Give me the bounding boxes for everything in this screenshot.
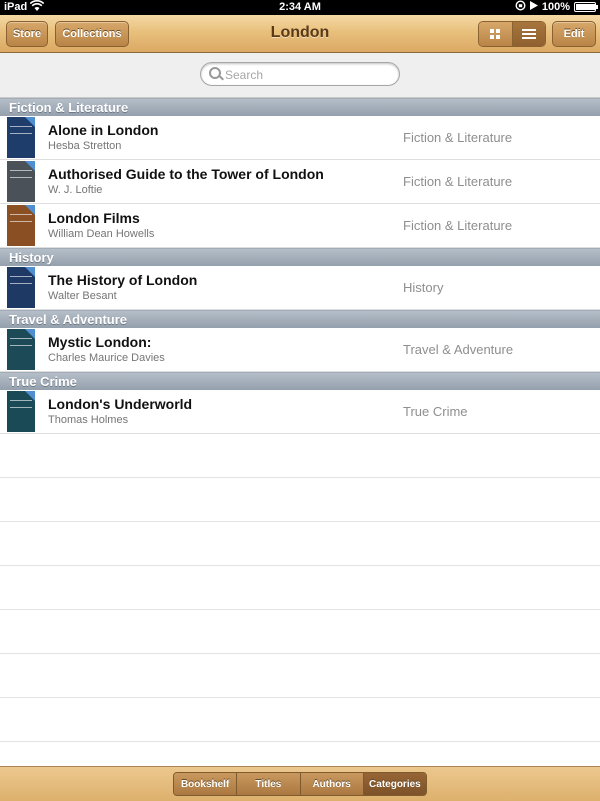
book-row[interactable]: London Films William Dean Howells Fiction … — [0, 204, 600, 248]
empty-row — [0, 610, 600, 654]
search-input[interactable] — [223, 65, 397, 84]
new-corner-ribbon — [25, 267, 35, 277]
book-cover — [7, 267, 35, 308]
cover-title-band — [10, 276, 32, 284]
status-bar: iPad 2:34 AM 100% — [0, 0, 600, 15]
new-corner-ribbon — [25, 329, 35, 339]
book-title: The History of London — [48, 272, 198, 288]
book-author: Thomas Holmes — [48, 414, 129, 426]
status-time: 2:34 AM — [279, 1, 321, 13]
section-header: Travel & Adventure — [0, 310, 600, 328]
new-corner-ribbon — [25, 205, 35, 215]
book-cover — [7, 117, 35, 158]
book-category: Travel & Adventure — [403, 342, 514, 357]
view-mode-segmented-control — [478, 21, 546, 47]
search-field[interactable] — [200, 62, 400, 86]
book-category: History — [403, 280, 444, 295]
book-author: William Dean Howells — [48, 228, 155, 240]
book-author: Hesba Stretton — [48, 140, 122, 152]
section-header: True Crime — [0, 372, 600, 390]
play-icon — [529, 1, 538, 13]
cover-title-band — [10, 170, 32, 178]
sort-segmented-control: Bookshelf Titles Authors Categories — [173, 772, 427, 796]
search-bar — [0, 53, 600, 98]
book-cover — [7, 205, 35, 246]
cover-title-band — [10, 214, 32, 222]
list-view-button[interactable] — [511, 22, 545, 46]
tab-categories[interactable]: Categories — [362, 773, 426, 795]
section-header: Fiction & Literature — [0, 98, 600, 116]
book-author: W. J. Loftie — [48, 184, 103, 196]
new-corner-ribbon — [25, 117, 35, 127]
book-row[interactable]: Alone in London Hesba Stretton Fiction & L… — [0, 116, 600, 160]
new-corner-ribbon — [25, 161, 35, 171]
section-header: History — [0, 248, 600, 266]
empty-row — [0, 566, 600, 610]
book-cover — [7, 161, 35, 202]
new-corner-ribbon — [25, 391, 35, 401]
rotation-lock-icon — [515, 0, 526, 14]
search-icon — [209, 67, 221, 79]
empty-row — [0, 434, 600, 478]
grid-icon — [490, 29, 501, 39]
status-right: 100% — [515, 0, 598, 14]
cover-title-band — [10, 338, 32, 346]
book-row[interactable]: London's Underworld Thomas Holmes True Cri… — [0, 390, 600, 434]
empty-row — [0, 698, 600, 742]
book-author: Charles Maurice Davies — [48, 352, 165, 364]
cover-title-band — [10, 126, 32, 134]
book-row[interactable]: Authorised Guide to the Tower of London W… — [0, 160, 600, 204]
list-icon — [521, 29, 536, 39]
book-title: Mystic London: — [48, 334, 152, 350]
book-cover — [7, 329, 35, 370]
tab-titles[interactable]: Titles — [236, 773, 300, 795]
cover-title-band — [10, 400, 32, 408]
empty-row — [0, 654, 600, 698]
book-cover — [7, 391, 35, 432]
book-title: Authorised Guide to the Tower of London — [48, 166, 324, 182]
book-category: Fiction & Literature — [403, 130, 513, 145]
tab-authors[interactable]: Authors — [299, 773, 363, 795]
book-title: London Films — [48, 210, 140, 226]
book-category: True Crime — [403, 404, 468, 419]
book-title: London's Underworld — [48, 396, 193, 412]
grid-view-button[interactable] — [479, 22, 512, 46]
book-list: Fiction & Literature Alone in London Hesba… — [0, 98, 600, 786]
tab-bookshelf[interactable]: Bookshelf — [174, 773, 237, 795]
book-row[interactable]: The History of London Walter Besant Histor… — [0, 266, 600, 310]
bottom-toolbar: Bookshelf Titles Authors Categories — [0, 766, 600, 801]
book-category: Fiction & Literature — [403, 174, 513, 189]
book-author: Walter Besant — [48, 290, 117, 302]
book-row[interactable]: Mystic London: Charles Maurice Davies Trav… — [0, 328, 600, 372]
empty-row — [0, 522, 600, 566]
book-title: Alone in London — [48, 122, 159, 138]
edit-button[interactable]: Edit — [552, 21, 596, 47]
battery-percent: 100% — [541, 1, 570, 13]
battery-icon — [574, 2, 598, 12]
empty-row — [0, 478, 600, 522]
top-toolbar: Store Collections London Edit — [0, 15, 600, 53]
book-category: Fiction & Literature — [403, 218, 513, 233]
